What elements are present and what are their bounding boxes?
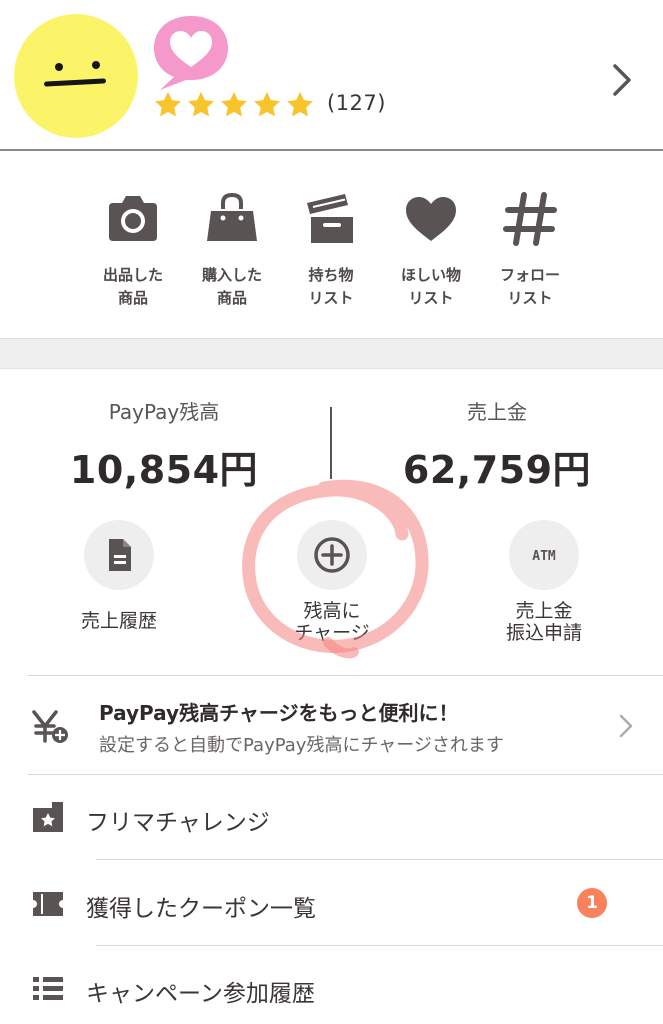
shortcut-label-line1: 持ち物: [308, 266, 354, 284]
promo-subtitle: 設定すると自動でPayPay残高にチャージされます: [99, 735, 504, 756]
paypay-balance[interactable]: PayPay残高 10,854円: [44, 396, 284, 494]
shortcut-follow-list[interactable]: フォロー リスト: [480, 189, 580, 329]
shortcut-label-line2: リスト: [507, 289, 553, 307]
heart-bubble-icon: [154, 16, 228, 90]
avatar-mouth: [43, 78, 107, 87]
sales-history-button[interactable]: 売上履歴: [44, 520, 194, 632]
list-icon: [33, 977, 63, 1000]
sales-balance-label: 売上金: [467, 400, 527, 424]
rating-stars: [153, 90, 315, 120]
charge-balance-button[interactable]: 残高に チャージ: [257, 520, 407, 644]
yen-plus-icon: [32, 710, 68, 743]
transfer-request-button[interactable]: ATM 売上金 振込申請: [469, 520, 619, 644]
camera-icon: [109, 196, 157, 241]
transfer-label-line1: 売上金: [515, 600, 573, 622]
shortcut-label-line1: ほしい物: [400, 266, 461, 284]
shortcut-wishlist[interactable]: ほしい物 リスト: [381, 189, 481, 329]
star-icon: [188, 91, 214, 117]
star-ticket-icon: [33, 802, 63, 832]
shortcut-label-line1: フォロー: [499, 266, 560, 284]
shortcut-label-line2: リスト: [408, 289, 454, 307]
charge-label: 残高に チャージ: [257, 600, 407, 644]
star-icon: [254, 91, 280, 117]
chevron-right-icon: [619, 714, 633, 738]
shortcut-label-line2: リスト: [308, 289, 354, 307]
hashtag-icon: [503, 192, 557, 246]
transfer-label-line2: 振込申請: [505, 622, 582, 644]
promo-title: PayPay残高チャージをもっと便利に！: [99, 701, 459, 725]
avatar-right-eye: [92, 61, 100, 69]
shortcut-grid: 出品した商品 購入した商品 持ち物リスト ほしい物リスト フォローリスト: [0, 151, 663, 338]
document-icon: [109, 539, 131, 571]
shortcut-label-line2: 商品: [117, 289, 148, 307]
heart-icon: [406, 197, 456, 241]
shortcut-purchased-items[interactable]: 購入した 商品: [182, 189, 282, 329]
atm-icon-circle: ATM: [509, 520, 579, 590]
star-icon: [155, 91, 181, 117]
chevron-right-icon[interactable]: [609, 63, 635, 97]
sales-balance-value: 62,759円: [402, 448, 592, 492]
star-icon: [221, 91, 247, 117]
menu-label-flima-challenge: フリマチャレンジ: [86, 810, 270, 836]
atm-icon: ATM: [532, 549, 556, 564]
charge-label-line1: 残高に: [303, 600, 361, 622]
coupon-count-badge: 1: [577, 888, 607, 918]
box-icon: [307, 194, 353, 243]
star-icon: [287, 91, 313, 117]
shortcut-listed-items[interactable]: 出品した 商品: [83, 189, 183, 329]
sales-history-label: 売上履歴: [80, 610, 157, 632]
charge-icon-circle: [297, 520, 367, 590]
shortcut-label-line2: 商品: [216, 289, 247, 307]
shortcut-label-line1: 出品した: [102, 266, 163, 284]
sales-history-icon-circle: [84, 520, 154, 590]
avatar: [14, 14, 138, 138]
profile-header[interactable]: (127): [0, 0, 663, 150]
section-divider-band: [0, 338, 663, 369]
paypay-balance-value: 10,854円: [69, 448, 259, 492]
coupon-icon: [30, 892, 66, 916]
sales-balance[interactable]: 売上金 62,759円: [377, 396, 617, 494]
avatar-left-eye: [55, 63, 63, 71]
menu-label-coupons: 獲得したクーポン一覧: [86, 896, 316, 922]
shortcut-belongings[interactable]: 持ち物 リスト: [281, 189, 381, 329]
atm-icon-text: ATM: [532, 549, 556, 564]
shopping-bag-icon: [207, 192, 257, 241]
shortcut-label-line1: 購入した: [201, 266, 262, 284]
plus-circle-icon: [314, 537, 350, 573]
paypay-balance-label: PayPay残高: [108, 400, 220, 424]
charge-label-line2: チャージ: [294, 622, 370, 644]
menu-label-campaign-history: キャンペーン参加履歴: [86, 981, 315, 1007]
transfer-request-label: 売上金 振込申請: [469, 600, 619, 644]
review-count: (127): [327, 91, 386, 115]
balance-separator: [330, 407, 332, 479]
